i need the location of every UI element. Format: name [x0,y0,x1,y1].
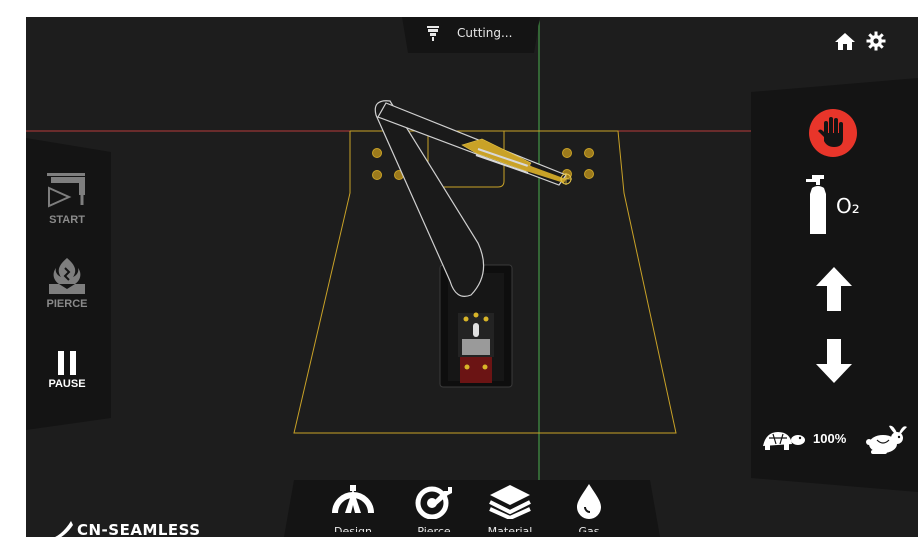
arrow-down-icon[interactable] [815,338,853,384]
oxygen-tank-icon [806,175,826,234]
layers-icon [489,485,531,519]
nav-pierce[interactable]: Pierce [404,483,464,532]
start-torch-icon [47,173,85,208]
gear-icon[interactable] [866,31,886,51]
nav-pierce-label: Pierce [417,525,451,532]
app-window: Cutting... START PIERCE PAUSE O₂ 100% De… [0,0,918,541]
pause-button[interactable]: PAUSE [42,350,92,390]
start-label: START [49,214,85,226]
start-button[interactable]: START [42,172,92,226]
rabbit-icon[interactable] [863,424,909,456]
pause-icon [58,351,76,375]
stop-hand-icon[interactable] [807,107,859,159]
status-text: Cutting... [457,26,513,40]
pierce-button[interactable]: PIERCE [42,256,92,310]
torch-head [461,138,572,185]
design-arc-icon [332,485,374,514]
pierce-label: PIERCE [46,298,88,310]
oxygen-button[interactable]: O₂ [806,174,868,236]
oxygen-label: O₂ [836,194,860,218]
nav-design-label: Design [334,525,372,532]
speed-value: 100% [813,431,847,446]
nav-gas[interactable]: Gas [559,483,619,532]
robot-arm [374,100,572,297]
pierce-flame-icon [49,258,85,294]
target-icon [415,486,452,519]
pause-label: PAUSE [48,378,86,390]
home-icon[interactable] [834,31,856,51]
nav-gas-label: Gas [578,525,600,532]
brand-logo: CN-SEAMLESS [47,519,201,541]
nav-material-label: Material [487,525,533,532]
drop-icon [577,484,601,519]
torch-icon [427,26,439,41]
nav-material[interactable]: Material [480,483,540,532]
turtle-icon[interactable] [760,428,806,452]
logo-icon [49,521,73,541]
logo-text: CN-SEAMLESS [77,521,201,539]
arrow-up-icon[interactable] [815,266,853,312]
nav-design[interactable]: Design [323,483,383,532]
